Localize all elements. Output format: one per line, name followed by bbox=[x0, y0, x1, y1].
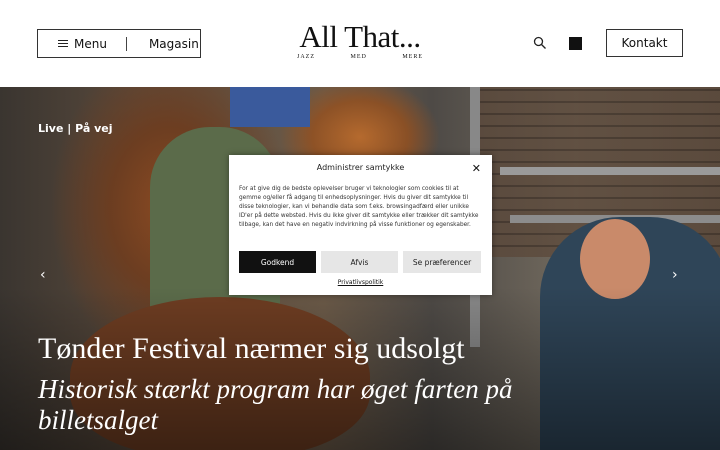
logo-tagline-word: MED bbox=[350, 54, 367, 60]
menu-button[interactable]: Menu bbox=[38, 30, 107, 57]
menu-bar: Menu Magasin bbox=[37, 29, 201, 58]
site-header: Menu Magasin All That... JAZZ MED MERE K… bbox=[0, 0, 720, 87]
menu-label: Menu bbox=[74, 36, 107, 51]
logo-tagline-word: MERE bbox=[402, 54, 423, 60]
accept-button[interactable]: Godkend bbox=[239, 251, 316, 273]
logo-tagline: JAZZ MED MERE bbox=[294, 54, 426, 60]
hamburger-icon bbox=[58, 40, 68, 47]
logo-tagline-word: JAZZ bbox=[297, 54, 315, 60]
cookie-consent-dialog: Administrer samtykke ✕ For at give dig d… bbox=[229, 155, 492, 295]
preferences-button[interactable]: Se præferencer bbox=[403, 251, 481, 273]
privacy-policy-link[interactable]: Privatlivspolitik bbox=[229, 279, 492, 286]
article-subheadline: Historisk stærkt program har øget farten… bbox=[38, 374, 513, 435]
close-icon[interactable]: ✕ bbox=[472, 162, 481, 175]
cart-icon[interactable] bbox=[569, 37, 582, 50]
logo-title: All That... bbox=[299, 19, 421, 54]
hero-image-pipe bbox=[500, 167, 720, 175]
chevron-right-icon[interactable]: › bbox=[672, 267, 678, 283]
magasin-link[interactable]: Magasin bbox=[149, 37, 199, 51]
chevron-left-icon[interactable]: ‹ bbox=[40, 267, 46, 283]
dialog-title: Administrer samtykke bbox=[316, 163, 405, 172]
menu-divider bbox=[125, 36, 127, 51]
category-breadcrumb[interactable]: Live | På vej bbox=[38, 122, 113, 135]
deny-button[interactable]: Afvis bbox=[321, 251, 398, 273]
search-icon[interactable] bbox=[533, 36, 547, 50]
article-headline[interactable]: Tønder Festival nærmer sig udsolgt bbox=[38, 333, 465, 365]
site-logo[interactable]: All That... JAZZ MED MERE bbox=[294, 20, 426, 65]
contact-button[interactable]: Kontakt bbox=[606, 29, 683, 57]
hero-image-window bbox=[230, 87, 310, 127]
consent-description: For at give dig de bedste oplevelser bru… bbox=[239, 186, 479, 228]
